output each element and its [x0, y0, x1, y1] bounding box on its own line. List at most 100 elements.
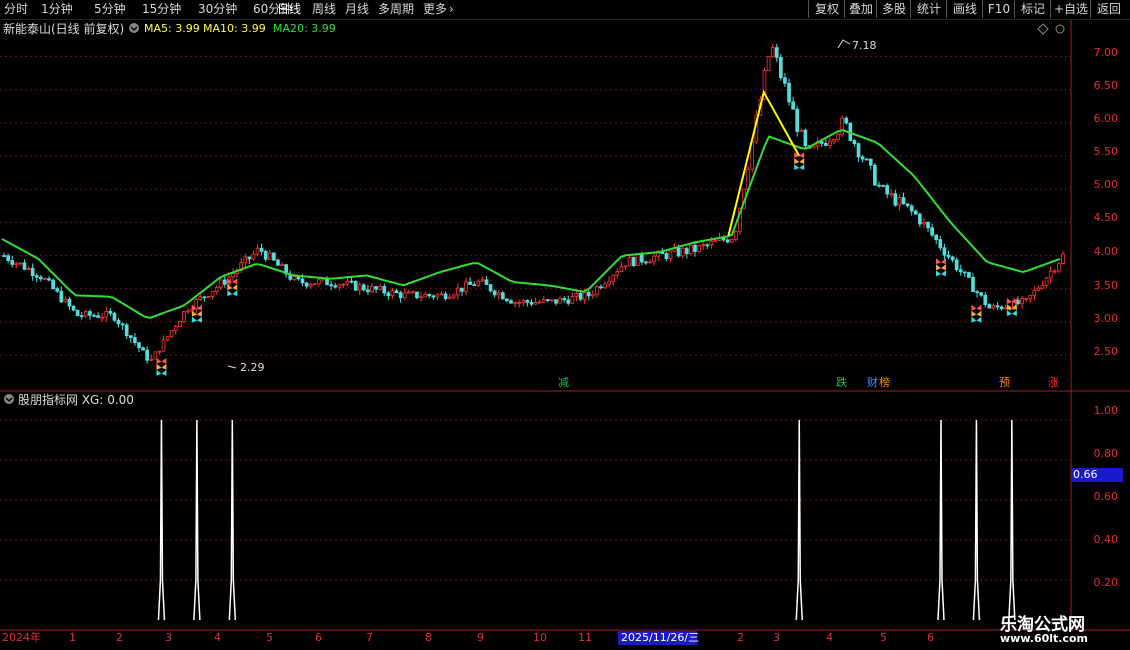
- candle-up: [312, 283, 317, 286]
- month-label: 5: [266, 631, 273, 644]
- candle-up: [1032, 289, 1037, 297]
- candle-up: [1044, 277, 1049, 286]
- indicator-tick: 0.80: [1093, 447, 1119, 460]
- candle-down: [468, 281, 472, 285]
- candle-down: [112, 312, 117, 321]
- event-marker-rise[interactable]: 涨: [1048, 376, 1059, 389]
- month-label: 2: [737, 631, 744, 644]
- month-label: 6: [927, 631, 934, 644]
- candle-down: [443, 293, 448, 300]
- candle-down: [562, 298, 566, 301]
- candle-up: [1036, 287, 1041, 291]
- candle-down: [958, 269, 963, 273]
- candle-up: [345, 280, 350, 285]
- candle-up: [550, 299, 554, 302]
- butterfly-signal-icon: [935, 258, 946, 277]
- high-price-label: 7.18: [852, 39, 877, 52]
- candle-up: [206, 296, 211, 298]
- candle-down: [954, 259, 959, 271]
- kline-chart[interactable]: [0, 0, 1130, 650]
- candle-up: [668, 250, 673, 259]
- candle-down: [942, 247, 947, 256]
- candle-down: [116, 319, 121, 325]
- butterfly-wing: [971, 304, 982, 311]
- candle-up: [439, 293, 444, 296]
- candle-up: [832, 139, 836, 142]
- butterfly-wing: [1006, 298, 1017, 305]
- candle-up: [517, 301, 522, 304]
- candle-up: [623, 265, 628, 268]
- event-marker-drop[interactable]: 跌: [836, 376, 847, 389]
- candle-down: [137, 342, 141, 349]
- candle-up: [991, 305, 996, 309]
- candle-down: [488, 284, 493, 292]
- candle-down: [1016, 299, 1020, 305]
- candle-down: [918, 213, 922, 225]
- candle-up: [574, 292, 579, 297]
- candle-down: [202, 296, 207, 299]
- xg-spike: [972, 419, 981, 621]
- candle-down: [664, 253, 669, 259]
- candle-down: [803, 129, 808, 147]
- candle-up: [308, 284, 313, 287]
- candle-down: [676, 247, 681, 257]
- event-marker-forecast[interactable]: 预: [999, 376, 1010, 389]
- indicator-collapse-icon[interactable]: [3, 393, 15, 409]
- candle-up: [922, 221, 926, 225]
- candle-up: [464, 281, 468, 292]
- candle-down: [501, 292, 505, 300]
- candle-up: [607, 280, 611, 285]
- candle-up: [26, 267, 31, 270]
- month-label: 4: [214, 631, 221, 644]
- candle-up: [615, 271, 620, 276]
- candle-up: [104, 311, 109, 318]
- candle-up: [709, 240, 714, 246]
- candle-up: [1040, 284, 1045, 289]
- candle-down: [999, 306, 1004, 310]
- event-marker-finance[interactable]: 财: [867, 376, 878, 389]
- month-label: 1: [69, 631, 76, 644]
- candle-down: [844, 117, 849, 124]
- candle-up: [603, 283, 607, 289]
- candle-down: [484, 279, 489, 286]
- xg-spike: [1008, 419, 1016, 621]
- candle-up: [423, 293, 427, 298]
- candle-up: [799, 129, 804, 132]
- candle-down: [967, 272, 971, 278]
- event-marker-reduce[interactable]: 减: [558, 376, 569, 389]
- candle-down: [545, 299, 550, 301]
- candle-down: [783, 77, 787, 84]
- month-label: 3: [773, 631, 780, 644]
- butterfly-wing: [156, 369, 167, 376]
- candle-down: [382, 286, 387, 294]
- candle-down: [247, 256, 252, 260]
- indicator-title: 股朋指标网 XG: 0.00: [18, 393, 134, 407]
- indicator-tick: 1.00: [1093, 404, 1119, 417]
- candle-down: [22, 262, 27, 270]
- collapse-circle-icon[interactable]: [128, 22, 140, 38]
- candle-down: [881, 185, 885, 188]
- butterfly-wing: [227, 290, 238, 297]
- month-label: 9: [477, 631, 484, 644]
- candle-down: [272, 252, 276, 261]
- candle-up: [169, 330, 174, 337]
- candle-down: [75, 309, 80, 317]
- candle-up: [214, 286, 219, 293]
- butterfly-wing: [794, 158, 805, 165]
- candle-up: [1061, 253, 1065, 264]
- candle-up: [402, 292, 407, 299]
- candle-down: [873, 164, 877, 186]
- candle-up: [341, 283, 346, 286]
- event-marker-list[interactable]: 榜: [879, 376, 890, 389]
- xg-spike: [193, 419, 201, 621]
- candle-down: [329, 284, 333, 287]
- candle-down: [631, 257, 636, 267]
- candle-down: [374, 286, 378, 290]
- candle-up: [766, 56, 771, 71]
- candle-down: [774, 47, 779, 58]
- candle-up: [63, 298, 68, 303]
- candle-down: [276, 259, 280, 266]
- price-tick: 3.50: [1093, 279, 1119, 292]
- ma20-label: MA20: 3.99: [273, 22, 336, 35]
- candle-down: [525, 300, 530, 303]
